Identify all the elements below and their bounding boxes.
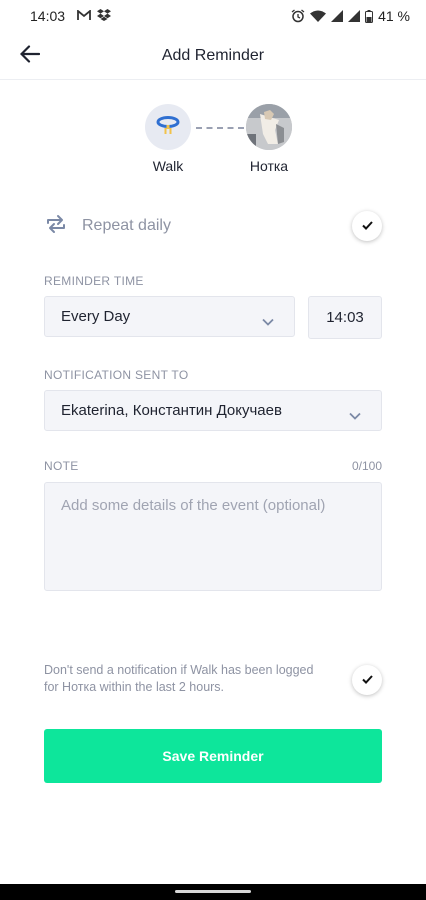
alarm-icon — [291, 9, 305, 23]
recipients-dropdown[interactable]: Ekaterina, Константин Докучаев — [44, 390, 382, 431]
chevron-down-icon — [262, 313, 274, 330]
system-nav-bar — [0, 884, 426, 900]
activity-node: Walk — [128, 104, 208, 174]
pet-node: Нотка — [229, 104, 309, 174]
status-bar: 14:03 41 % — [0, 0, 426, 32]
note-placeholder: Add some details of the event (optional) — [61, 497, 326, 514]
arrow-left-icon — [19, 44, 41, 68]
notification-label: NOTIFICATION SENT TO — [44, 368, 189, 382]
repeat-icon — [44, 214, 68, 239]
wifi-icon — [310, 10, 327, 22]
battery-icon — [365, 9, 374, 23]
time-value: 14:03 — [326, 309, 364, 326]
signal-icon — [348, 10, 361, 22]
back-button[interactable] — [14, 40, 46, 72]
chevron-down-icon — [349, 407, 361, 424]
frequency-dropdown[interactable]: Every Day — [44, 296, 295, 337]
pet-label: Нотка — [249, 158, 289, 174]
dont-send-text: Don't send a notification if Walk has be… — [44, 663, 314, 694]
note-textarea[interactable]: Add some details of the event (optional) — [44, 482, 382, 591]
battery-percent: 41 % — [378, 8, 410, 24]
save-reminder-button[interactable]: Save Reminder — [44, 729, 382, 783]
note-label: NOTE — [44, 459, 79, 473]
repeat-daily-row[interactable]: Repeat daily — [44, 206, 382, 246]
avatar — [145, 104, 191, 150]
frequency-value: Every Day — [61, 308, 131, 325]
repeat-checkbox[interactable] — [352, 211, 382, 241]
repeat-label: Repeat daily — [82, 217, 171, 234]
dropbox-icon — [97, 8, 112, 24]
reminder-time-label: REMINDER TIME — [44, 274, 144, 288]
pet-avatar — [246, 104, 292, 150]
time-picker[interactable]: 14:03 — [308, 296, 382, 339]
home-gesture-handle[interactable] — [175, 890, 251, 893]
save-button-label: Save Reminder — [162, 748, 264, 764]
gmail-icon — [77, 8, 91, 24]
check-icon — [361, 217, 373, 235]
page-title: Add Reminder — [161, 46, 265, 64]
status-time: 14:03 — [30, 8, 66, 24]
collar-icon — [155, 112, 181, 143]
recipients-value: Ekaterina, Константин Докучаев — [61, 402, 282, 419]
activity-label: Walk — [152, 158, 184, 174]
signal-icon — [331, 10, 344, 22]
app-bar: Add Reminder — [0, 32, 426, 80]
note-counter: 0/100 — [351, 459, 382, 473]
check-icon — [361, 671, 373, 689]
dont-send-checkbox[interactable] — [352, 665, 382, 695]
reminder-association: Walk Нотка — [0, 104, 426, 184]
